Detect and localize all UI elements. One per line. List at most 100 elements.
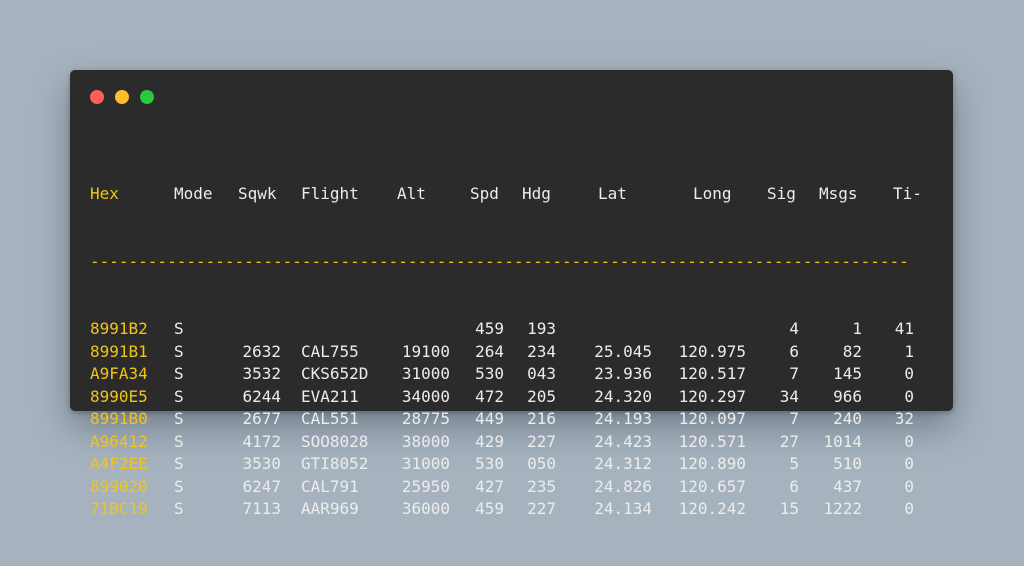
cell-hdg: 043 [527,364,556,383]
cell-spd: 530 [475,454,504,473]
cell-ti: 0 [904,476,914,496]
cell-flight: CKS652D [301,364,369,383]
table-row: 71BC19 S 7113 AAR969 36000 459 227 24.134 120.24… [90,498,925,521]
cell-hdg: 227 [527,431,556,451]
cell-long: 120.975 [678,341,746,361]
maximize-window-button[interactable] [140,90,154,104]
cell-hdg: 216 [527,409,556,428]
cell-flight: CAL755 [301,341,359,361]
header-sqwk: Sqwk [238,184,277,203]
cell-mode: S [174,341,184,361]
cell-msgs: 1222 [823,499,862,518]
header-hex: Hex [90,184,119,203]
cell-lat: 24.134 [594,499,652,518]
cell-mode: S [174,364,184,383]
cell-mode: S [174,454,184,473]
cell-flight: EVA211 [301,386,359,406]
cell-mode: S [174,431,184,451]
cell-msgs: 1 [852,319,862,338]
table-row: 8991B0 S 2677 CAL551 28775 449 216 24.193 120.09… [90,408,925,431]
cell-spd: 429 [475,431,504,451]
header-msgs: Msgs [819,184,858,203]
cell-sig: 34 [779,386,799,406]
close-window-button[interactable] [90,90,104,104]
cell-sig: 27 [779,431,799,451]
cell-hdg: 235 [527,476,556,496]
cell-spd: 427 [475,476,504,496]
cell-flight: CAL791 [301,476,359,496]
cell-lat: 24.312 [594,454,652,473]
cell-lat: 24.320 [594,386,652,406]
cell-flight: GTI8052 [301,454,369,473]
cell-long: 120.890 [678,454,746,473]
cell-ti: 32 [894,409,914,428]
header-spd: Spd [470,184,499,203]
cell-flight: CAL551 [301,409,359,428]
cell-long: 120.571 [678,431,746,451]
cell-sig: 4 [789,319,799,338]
header-sig: Sig [767,184,796,203]
cell-mode: S [174,409,184,428]
cell-msgs: 437 [833,476,862,496]
table-row: A4F2EE S 3530 GTI8052 31000 530 050 24.312 120.8… [90,453,925,476]
cell-hdg: 193 [527,319,556,338]
cell-hex: 8991B0 [90,409,148,428]
cell-msgs: 1014 [823,431,862,451]
cell-sqwk: 3530 [242,454,281,473]
cell-alt: 31000 [401,364,450,383]
cell-hex: A96412 [90,431,148,451]
cell-ti: 1 [904,341,914,361]
cell-long: 120.297 [678,386,746,406]
header-alt: Alt [397,184,426,203]
cell-sqwk: 4172 [242,431,281,451]
cell-alt: 36000 [401,499,450,518]
cell-alt: 25950 [401,476,450,496]
cell-sqwk: 6247 [242,476,281,496]
cell-lat: 25.045 [594,341,652,361]
header-long: Long [693,184,732,203]
terminal-output: Hex Mode Sqwk Flight Alt Spd Hdg Lat Lon… [90,138,925,566]
cell-ti: 0 [904,454,914,473]
cell-hdg: 050 [527,454,556,473]
cell-lat: 23.936 [594,364,652,383]
cell-mode: S [174,319,184,338]
cell-hdg: 227 [527,499,556,518]
cell-long: 120.097 [678,409,746,428]
cell-hex: 8991B1 [90,341,148,361]
cell-alt: 19100 [401,341,450,361]
cell-ti: 0 [904,499,914,518]
cell-sqwk: 7113 [242,499,281,518]
table-row: A96412 S 4172 SOO8028 38000 429 227 24.423 120.5… [90,431,925,454]
cell-msgs: 240 [833,409,862,428]
cell-sig: 7 [789,364,799,383]
cell-hex: 71BC19 [90,499,148,518]
cell-msgs: 145 [833,364,862,383]
cell-mode: S [174,386,184,406]
cell-lat: 24.826 [594,476,652,496]
cell-ti: 0 [904,364,914,383]
cell-hdg: 205 [527,386,556,406]
terminal-window: Hex Mode Sqwk Flight Alt Spd Hdg Lat Lon… [70,70,953,518]
minimize-window-button[interactable] [115,90,129,104]
cell-sqwk: 2677 [242,409,281,428]
cell-alt: 38000 [401,431,450,451]
table-row: A9FA34 S 3532 CKS652D 31000 530 043 23.936 120.5… [90,363,925,386]
table-row: 8991B1 S 2632 CAL755 19100 264 234 25.045 120.97… [90,341,925,364]
cell-msgs: 966 [833,386,862,406]
cell-spd: 530 [475,364,504,383]
header-ti: Ti- [893,184,922,203]
header-mode: Mode [174,184,213,203]
table-header: Hex Mode Sqwk Flight Alt Spd Hdg Lat Lon… [90,183,925,206]
cell-sig: 7 [789,409,799,428]
cell-alt: 31000 [401,454,450,473]
cell-flight: AAR969 [301,499,359,518]
cell-sig: 5 [789,454,799,473]
cell-sig: 6 [789,476,799,496]
cell-spd: 264 [475,341,504,361]
cell-ti: 0 [904,431,914,451]
cell-hex: 899020 [90,476,148,496]
cell-sig: 15 [779,499,799,518]
cell-sqwk: 3532 [242,364,281,383]
cell-msgs: 82 [842,341,862,361]
cell-hex: 8991B2 [90,319,148,338]
